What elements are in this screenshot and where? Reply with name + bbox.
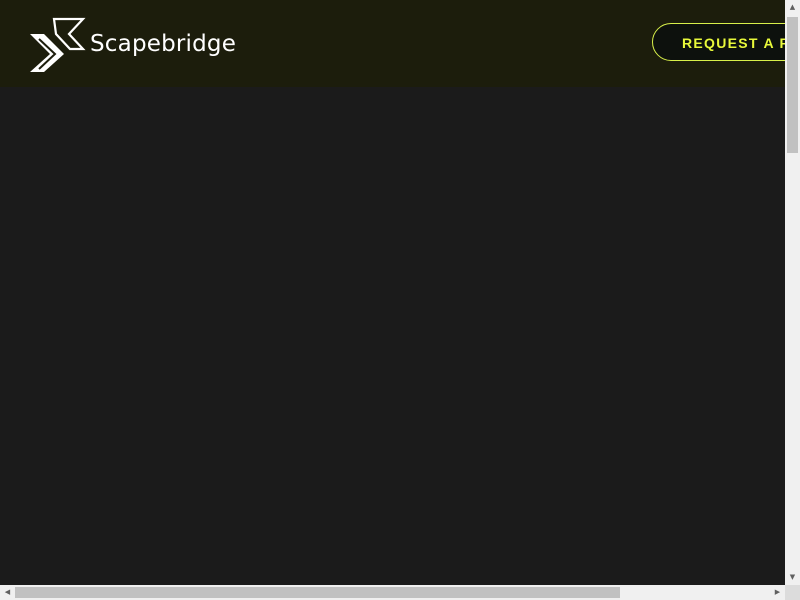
- vertical-scrollbar[interactable]: ▲ ▼: [785, 0, 800, 585]
- page-viewport: Scapebridge REQUEST A FREE CONSULTATION: [0, 0, 785, 585]
- scroll-down-arrow-icon[interactable]: ▼: [785, 570, 800, 585]
- scroll-up-arrow-icon[interactable]: ▲: [785, 0, 800, 15]
- brand-logo-link[interactable]: Scapebridge: [29, 17, 236, 73]
- horizontal-scrollbar[interactable]: ◀ ▶: [0, 585, 785, 600]
- main-content: [0, 87, 785, 585]
- brand-name: Scapebridge: [90, 31, 237, 57]
- scroll-left-arrow-icon[interactable]: ◀: [0, 585, 15, 600]
- horizontal-scroll-thumb[interactable]: [15, 587, 620, 598]
- double-chevron-logo-icon: [30, 17, 86, 72]
- request-consultation-button[interactable]: REQUEST A FREE CONSULTATION: [652, 23, 785, 61]
- scrollbar-corner: [785, 585, 800, 600]
- vertical-scroll-thumb[interactable]: [787, 17, 798, 153]
- site-header: Scapebridge REQUEST A FREE CONSULTATION: [0, 0, 785, 87]
- scroll-right-arrow-icon[interactable]: ▶: [770, 585, 785, 600]
